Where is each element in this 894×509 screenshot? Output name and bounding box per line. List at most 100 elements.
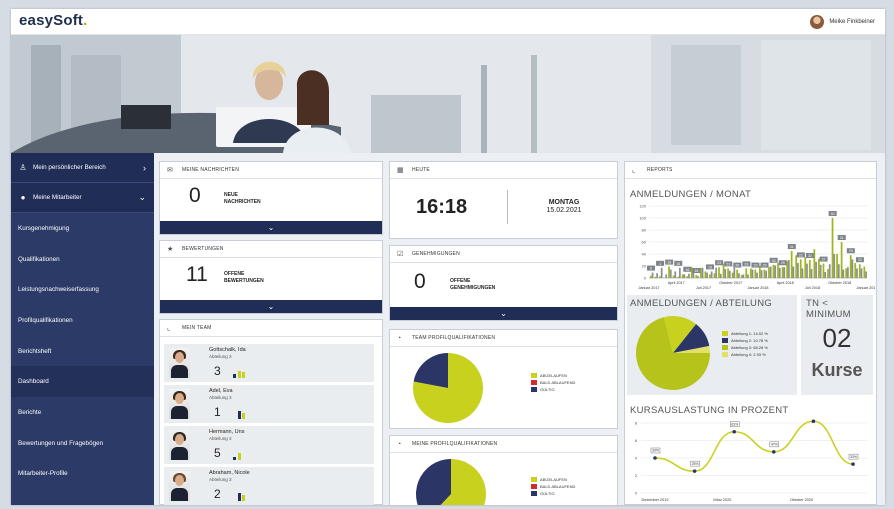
- util-point: [732, 429, 736, 434]
- team-member-row[interactable]: Hermann, Uns Abteilung 3 5: [164, 426, 374, 464]
- legend-label: Abteilung 2: 10.78 %: [731, 338, 768, 343]
- y-tick-label: 120: [639, 204, 646, 209]
- y-tick-label: 80: [642, 228, 647, 233]
- data-label: 29: [763, 264, 767, 268]
- pie-icon: ◔: [397, 440, 402, 448]
- sidebar-item-berichte[interactable]: Berichte: [11, 397, 154, 428]
- sidebar-item-bewertungen[interactable]: Bewertungen und Fragebögen: [11, 428, 154, 459]
- sidebar-personal-area[interactable]: ♙ Mein persönlicher Bereich ›: [11, 153, 154, 183]
- chevron-down-icon: ⌄: [500, 309, 507, 318]
- data-label: 19: [708, 265, 712, 269]
- x-tick-label: Oktober 2018: [828, 281, 851, 285]
- legend-label: GÜLTIG: [540, 491, 555, 496]
- avatar: [810, 15, 825, 29]
- sidebar-item-kursgenehmigung[interactable]: Kursgenehmigung: [11, 213, 154, 244]
- util-line: [654, 420, 854, 472]
- bar: [656, 273, 658, 278]
- sidebar-item-label: Dashboard: [18, 378, 49, 386]
- chevron-down-icon: ⌄: [267, 223, 275, 232]
- bar: [727, 268, 729, 278]
- bar: [709, 274, 711, 278]
- chevron-right-icon: ›: [143, 162, 146, 173]
- tn-minimum-unit: Kurse: [811, 360, 863, 380]
- card-title: MEINE PROFILQUALIFIKATIONEN: [412, 441, 498, 447]
- mail-icon: ✉: [167, 166, 174, 174]
- legend-label: BALD ABLAUFEND: [540, 484, 576, 489]
- data-label: 33%: [652, 449, 659, 453]
- y-tick-label: 60: [642, 240, 647, 245]
- sidebar-item-qualifikationen[interactable]: Qualifikationen: [11, 244, 154, 275]
- bar: [701, 267, 704, 278]
- util-chart: 0246833%25%63%47%80%33%Dezember 2019März…: [635, 419, 867, 502]
- legend-item: Abteilung 4: 2.93 %: [722, 352, 768, 357]
- user-menu[interactable]: Meike Finkbeiner: [810, 15, 875, 29]
- user-name: Meike Finkbeiner: [829, 19, 875, 25]
- bar: [815, 261, 817, 278]
- bar: [819, 264, 822, 278]
- sidebar-item-dashboard[interactable]: Dashboard: [11, 366, 154, 398]
- bar: [781, 267, 784, 278]
- legend-label: GÜLTIG: [540, 387, 555, 392]
- sidebar-item-leistungsnachweiserfassung[interactable]: Leistungsnachweiserfassung: [11, 274, 154, 305]
- bar: [722, 263, 725, 278]
- data-label: 40: [831, 212, 835, 216]
- sidebar-item-mitarbeiter-profile[interactable]: Mitarbeiter-Profile: [11, 459, 154, 490]
- legend-swatch: [722, 338, 728, 343]
- sidebar-item-label: Meine Mitarbeiter: [33, 194, 82, 201]
- x-tick-label: Januar 2018: [747, 286, 768, 290]
- ratings-expand-button[interactable]: ⌄: [160, 300, 382, 313]
- team-member-row[interactable]: Abraham, Nicole Abteilung 3 2: [164, 467, 374, 505]
- member-count: 1: [214, 405, 221, 419]
- dept-legend: Abteilung 1: 14.02 % Abteilung 2: 10.78 %…: [722, 331, 768, 359]
- bar: [783, 267, 786, 278]
- sidebar-my-staff[interactable]: ● Meine Mitarbeiter ⌄: [11, 183, 154, 213]
- x-tick-label: Juli 2018: [805, 286, 820, 290]
- current-date: MONTAG 15.02.2021: [546, 199, 582, 214]
- card-title: MEINE NACHRICHTEN: [182, 167, 240, 173]
- bar: [710, 271, 713, 278]
- data-label: 32: [858, 258, 862, 262]
- hero-image: [11, 35, 885, 153]
- bar: [840, 242, 843, 278]
- member-count: 3: [214, 364, 221, 378]
- approvals-expand-button[interactable]: ⌄: [390, 307, 617, 320]
- card-title: BEWERTUNGEN: [182, 246, 224, 252]
- util-chart-title: KURSAUSLASTUNG IN PROZENT: [630, 405, 789, 416]
- divider: [507, 190, 508, 224]
- bar: [683, 274, 686, 278]
- y-tick-label: 6: [635, 438, 638, 443]
- member-photo: [169, 430, 190, 460]
- approvals-label: OFFENE GENEHMIGUNGEN: [450, 278, 496, 291]
- team-member-row[interactable]: Gottschalk, Ida Abteilung 3 3: [164, 344, 374, 382]
- bar: [668, 266, 670, 278]
- app-logo[interactable]: easySoft.: [19, 12, 88, 29]
- member-dept: Abteilung 3: [209, 477, 232, 482]
- data-label: 6: [650, 267, 652, 271]
- member-photo: [169, 389, 190, 419]
- messages-expand-button[interactable]: ⌄: [160, 221, 382, 234]
- ratings-card: ★ BEWERTUNGEN 11 OFFENE BEWERTUNGEN ⌄: [159, 240, 383, 314]
- data-label: 29: [744, 262, 748, 266]
- member-mini-chart: [238, 493, 245, 501]
- sidebar-item-profilqualifikationen[interactable]: Profilqualifikationen: [11, 305, 154, 336]
- team-profile-card: ◔ TEAM PROFILQUALIFIKATIONEN ABGELAUFEN B…: [389, 329, 618, 429]
- current-time: 16:18: [416, 196, 468, 218]
- bar: [833, 254, 836, 278]
- legend-swatch: [531, 477, 537, 482]
- legend-swatch: [531, 387, 537, 392]
- sidebar: ♙ Mein persönlicher Bereich › ● Meine Mi…: [11, 153, 154, 505]
- monthly-chart-title: ANMELDUNGEN / MONAT: [630, 189, 752, 200]
- sidebar-item-label: Berichte: [18, 408, 42, 416]
- bar: [650, 275, 652, 278]
- dept-chart-panel: ANMELDUNGEN / ABTEILUNG Abteilung 1: 14.…: [627, 295, 797, 395]
- approvals-count: 0: [414, 270, 426, 293]
- util-point: [851, 462, 855, 466]
- team-member-row[interactable]: Adel, Eva Abteilung 3 1: [164, 385, 374, 423]
- sidebar-item-berichtsheft[interactable]: Berichtsheft: [11, 336, 154, 367]
- bar: [756, 272, 758, 278]
- bar: [765, 270, 767, 278]
- card-title: REPORTS: [647, 167, 673, 173]
- data-label: 23: [753, 264, 757, 268]
- sidebar-item-label: Kursgenehmigung: [18, 224, 70, 232]
- data-label: 23: [717, 261, 721, 265]
